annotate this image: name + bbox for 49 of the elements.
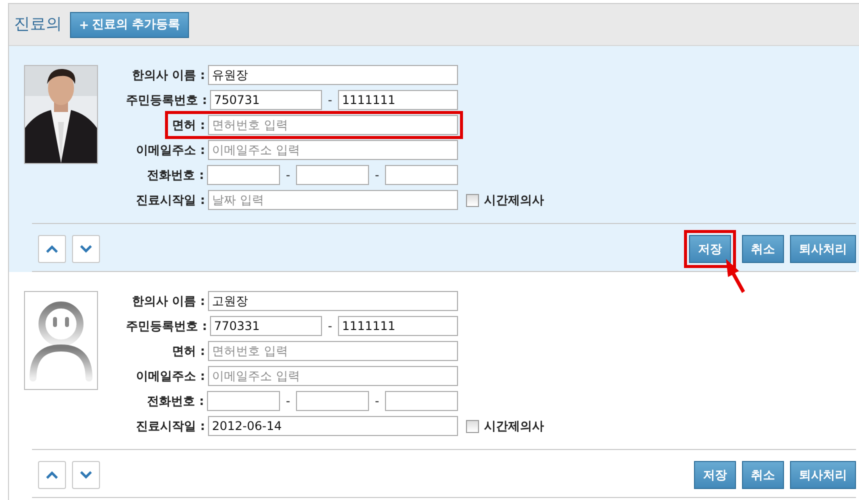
input-field[interactable]: 면허번호 입력 bbox=[208, 341, 458, 361]
chevron-up-icon bbox=[46, 471, 58, 479]
input-field[interactable] bbox=[296, 391, 369, 411]
chevron-down-icon bbox=[80, 471, 92, 479]
field-label: 면허 : bbox=[172, 116, 206, 134]
chevron-down-icon bbox=[80, 245, 92, 253]
input-field[interactable]: 이메일주소 입력 bbox=[208, 366, 458, 386]
input-field[interactable]: 2012-06-14 bbox=[208, 416, 458, 436]
checkbox-label: 시간제의사 bbox=[484, 192, 544, 208]
input-field[interactable]: 1111111 bbox=[338, 90, 458, 110]
separator-text: - bbox=[374, 394, 380, 408]
separator-text: - bbox=[284, 394, 292, 408]
field-label: 전화번호 : bbox=[147, 392, 205, 410]
input-field[interactable]: 이메일주소 입력 bbox=[208, 140, 458, 160]
input-field[interactable]: 고원장 bbox=[208, 291, 458, 311]
field-label: 면허 : bbox=[172, 342, 206, 360]
field-label: 진료시작일 : bbox=[136, 418, 206, 434]
field-label: 한의사 이름 : bbox=[132, 66, 206, 84]
separator-text: - bbox=[284, 168, 292, 182]
input-field[interactable] bbox=[385, 391, 458, 411]
checkbox[interactable] bbox=[466, 420, 479, 432]
field-label: 이메일주소 : bbox=[136, 368, 206, 384]
input-field[interactable]: 750731 bbox=[210, 90, 322, 110]
chevron-up-icon bbox=[46, 245, 58, 253]
input-field[interactable] bbox=[296, 165, 369, 185]
field-label: 전화번호 : bbox=[147, 166, 205, 184]
input-field[interactable] bbox=[207, 391, 280, 411]
input-field[interactable]: 면허번호 입력 bbox=[208, 115, 458, 135]
separator-text: - bbox=[374, 168, 380, 182]
page-title: 진료의 bbox=[14, 14, 62, 35]
field-label: 주민등록번호 : bbox=[126, 318, 208, 334]
move-down-button[interactable] bbox=[72, 461, 100, 489]
field-label: 한의사 이름 : bbox=[132, 292, 206, 310]
field-label: 진료시작일 : bbox=[136, 192, 206, 208]
separator-text: - bbox=[326, 319, 334, 333]
input-field[interactable] bbox=[385, 165, 458, 185]
field-label: 주민등록번호 : bbox=[126, 92, 208, 108]
move-up-button[interactable] bbox=[38, 461, 66, 489]
field-label: 이메일주소 : bbox=[136, 142, 206, 158]
input-field[interactable]: 유원장 bbox=[208, 65, 458, 85]
input-field[interactable]: 1111111 bbox=[338, 316, 458, 336]
input-field[interactable] bbox=[207, 165, 280, 185]
input-field[interactable]: 날짜 입력 bbox=[208, 190, 458, 210]
separator-text: - bbox=[326, 93, 334, 107]
checkbox-label: 시간제의사 bbox=[484, 418, 544, 434]
move-down-button[interactable] bbox=[72, 235, 100, 263]
checkbox[interactable] bbox=[466, 194, 479, 206]
input-field[interactable]: 770331 bbox=[210, 316, 322, 336]
move-up-button[interactable] bbox=[38, 235, 66, 263]
